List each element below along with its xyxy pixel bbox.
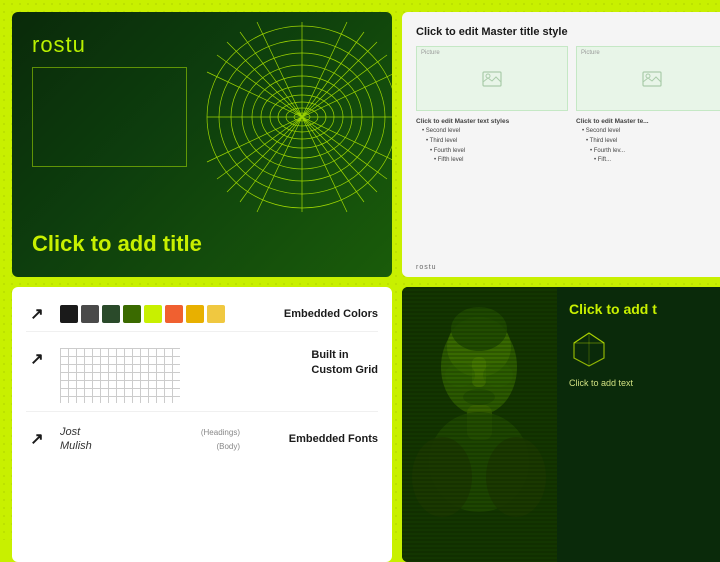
picture-icon-left bbox=[482, 71, 502, 87]
slide-main-title[interactable]: Click to add title bbox=[32, 231, 372, 257]
font-jost-name: Jost bbox=[60, 426, 80, 438]
swatch-green bbox=[123, 305, 141, 323]
picture-label-right: Picture bbox=[581, 50, 600, 56]
slide-template: Click to edit Master title style Picture… bbox=[402, 12, 720, 277]
statue-subtext[interactable]: Click to add text bbox=[569, 378, 720, 388]
font-item-jost: Jost (Headings) bbox=[60, 426, 240, 438]
swatch-yellow bbox=[207, 305, 225, 323]
slide-main: rostu bbox=[12, 12, 392, 277]
diamond-icon bbox=[569, 328, 609, 368]
template-content: Picture Click to edit Master text styles… bbox=[416, 46, 720, 259]
statue-image bbox=[402, 287, 557, 562]
statue-content: Click to add t Click to add text bbox=[557, 287, 720, 562]
info-panel: ↗ Embedded Colors ↗ Built in Cust bbox=[12, 287, 392, 562]
font-mulish-role: (Body) bbox=[216, 442, 240, 451]
arrow-colors-icon: ↗ bbox=[26, 303, 48, 325]
fonts-display: Jost (Headings) Mulish (Body) bbox=[60, 426, 240, 452]
swatch-darkgreen bbox=[102, 305, 120, 323]
colors-row: ↗ Embedded Colors bbox=[26, 297, 378, 332]
slide-statue: Click to add t Click to add text bbox=[402, 287, 720, 562]
colors-label: Embedded Colors bbox=[284, 308, 378, 320]
color-swatches bbox=[60, 305, 225, 323]
font-jost-role: (Headings) bbox=[201, 428, 240, 437]
fonts-row: ↗ Jost (Headings) Mulish (Body) Embedded… bbox=[26, 420, 378, 458]
picture-icon-right bbox=[642, 71, 662, 87]
grid-row: ↗ Built in Custom Grid bbox=[26, 340, 378, 412]
grid-visual bbox=[60, 348, 180, 403]
arrow-grid-icon: ↗ bbox=[26, 348, 48, 370]
picture-placeholder-left: Picture bbox=[416, 46, 568, 111]
font-mulish-name: Mulish bbox=[60, 440, 92, 452]
fonts-label: Embedded Fonts bbox=[289, 433, 378, 445]
statue-svg bbox=[402, 287, 557, 562]
picture-placeholder-right: Picture bbox=[576, 46, 720, 111]
grid-label: Built in Custom Grid bbox=[311, 348, 378, 379]
picture-label-left: Picture bbox=[421, 50, 440, 56]
font-item-mulish: Mulish (Body) bbox=[60, 440, 240, 452]
swatch-black bbox=[60, 305, 78, 323]
template-footer: rostu bbox=[416, 264, 437, 271]
swatch-orange bbox=[165, 305, 183, 323]
text-styles-left: Click to edit Master text styles • Secon… bbox=[416, 117, 568, 166]
statue-slide-title[interactable]: Click to add t bbox=[569, 301, 720, 318]
master-title: Click to edit Master title style bbox=[416, 26, 720, 38]
spiral-graphic bbox=[202, 17, 392, 217]
swatch-amber bbox=[186, 305, 204, 323]
template-col-left: Picture Click to edit Master text styles… bbox=[416, 46, 568, 259]
swatch-lime bbox=[144, 305, 162, 323]
template-col-right: Picture Click to edit Master te... • Sec… bbox=[576, 46, 720, 259]
rectangle-outline bbox=[32, 67, 187, 167]
diamond-icon-area bbox=[569, 328, 720, 368]
arrow-fonts-icon: ↗ bbox=[26, 428, 48, 450]
swatch-gray bbox=[81, 305, 99, 323]
text-styles-right: Click to edit Master te... • Second leve… bbox=[576, 117, 720, 166]
